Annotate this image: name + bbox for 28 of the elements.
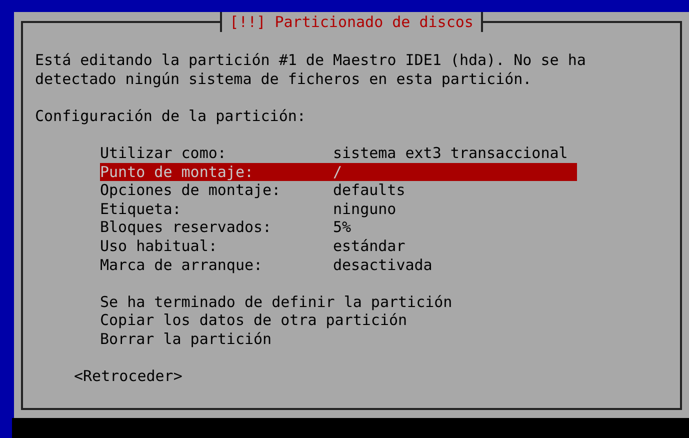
option-row[interactable]: Etiqueta: ninguno [100, 200, 577, 218]
option-label: Marca de arranque: [100, 256, 264, 274]
option-value: / [333, 162, 344, 182]
option-label: Uso habitual: [100, 236, 218, 256]
option-row[interactable]: Utilizar como: sistema ext3 transaccional [100, 144, 577, 163]
option-value: defaults [333, 181, 406, 200]
description-text: Está editando la partición #1 de Maestro IDE1 (hda). No se ha detectado ningún sistema de ficheros en esta partición. [35, 51, 587, 88]
option-value: desactivada [333, 256, 434, 274]
option-row[interactable]: Opciones de montaje: defaults [100, 181, 577, 200]
option-value: sistema ext3 transaccional [333, 144, 569, 163]
menu-item[interactable]: Copiar los datos de otra partición [100, 311, 577, 330]
option-row[interactable]: Bloques reservados: 5% [100, 218, 577, 237]
option-label: Etiqueta: [100, 200, 182, 218]
option-label: Utilizar como: [100, 144, 228, 163]
menu-item[interactable]: Se ha terminado de definir la partición [100, 292, 577, 312]
back-button[interactable]: <Retroceder> [74, 367, 182, 386]
menu-item[interactable]: Borrar la partición [100, 330, 577, 348]
option-row[interactable]: Uso habitual: estándar [100, 236, 577, 256]
option-label: Bloques reservados: [100, 218, 273, 237]
option-row[interactable]: Marca de arranque: desactivada [100, 256, 577, 274]
option-value: 5% [333, 218, 352, 237]
option-value: ninguno [333, 200, 398, 218]
option-label: Opciones de montaje: [100, 181, 282, 200]
option-label: Punto de montaje: [100, 162, 255, 182]
dialog-title: [!!] Particionado de discos [220, 12, 484, 32]
option-row[interactable]: Punto de montaje: / [100, 162, 577, 182]
section-label: Configuración de la partición: [35, 106, 307, 126]
option-value: estándar [333, 236, 406, 256]
